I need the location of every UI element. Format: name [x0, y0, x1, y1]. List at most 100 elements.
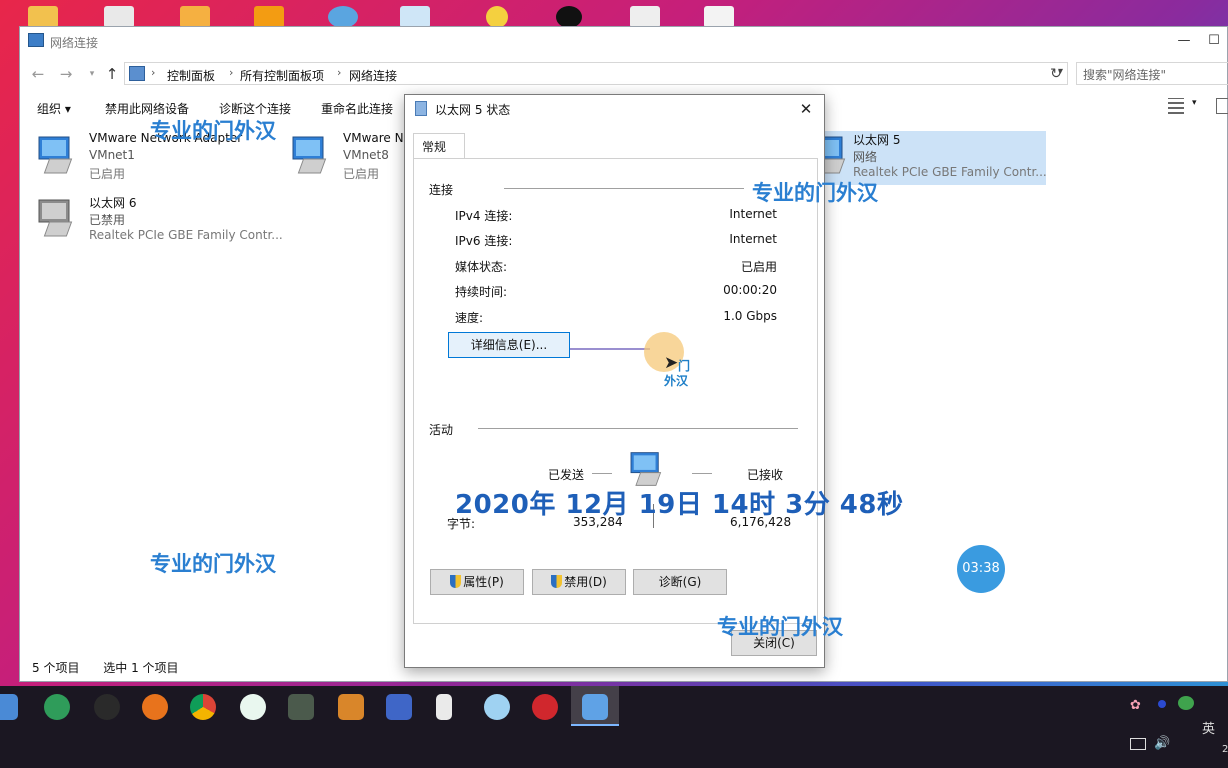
taskbar-ie-icon[interactable] — [44, 694, 70, 720]
general-panel: 连接 IPv4 连接: Internet IPv6 连接: Internet 媒… — [413, 158, 818, 624]
network-adapter-disabled-icon — [38, 199, 73, 237]
desktop-file-icon-2[interactable] — [704, 6, 734, 28]
tray-network-app-icon[interactable] — [1178, 696, 1194, 710]
network-adapter-icon — [292, 136, 327, 174]
uac-shield-icon — [450, 575, 462, 588]
breadcrumb-network-connections[interactable]: 网络连接 — [349, 67, 397, 84]
breadcrumb-control-panel[interactable]: 控制面板 — [167, 67, 215, 84]
uac-shield-icon — [551, 575, 563, 588]
connection-name: VMware N — [343, 131, 404, 145]
close-icon[interactable]: ✕ — [794, 98, 818, 120]
breadcrumb-separator[interactable]: › — [151, 66, 155, 79]
desktop-doc-icon-2[interactable] — [254, 6, 284, 28]
ime-indicator[interactable]: 英 — [1202, 718, 1215, 737]
network-cable-icon — [415, 101, 427, 116]
desktop-file-icon[interactable] — [104, 6, 134, 28]
taskbar-network-icon[interactable] — [386, 694, 412, 720]
taskbar-app-icon[interactable] — [0, 694, 18, 720]
duration-value: 00:00:20 — [723, 283, 777, 297]
properties-button-label: 属性(P) — [463, 575, 504, 589]
breadcrumb-separator[interactable]: › — [229, 66, 233, 79]
title-bar: 网络连接 — ☐ — [20, 27, 1227, 55]
connection-section-label: 连接 — [429, 183, 454, 197]
tray-flower-icon[interactable]: ✿ — [1130, 698, 1141, 713]
drag-trail — [570, 348, 650, 350]
address-field[interactable]: › 控制面板 › 所有控制面板项 › 网络连接 ▾ — [124, 62, 1068, 85]
watermark: 专业的门外汉 — [150, 119, 276, 143]
ipv4-value: Internet — [729, 207, 777, 221]
forward-button[interactable]: → — [56, 64, 76, 84]
address-bar: ← → ▾ ↑ › 控制面板 › 所有控制面板项 › 网络连接 ▾ ↻ 搜索"网… — [20, 59, 1228, 89]
taskbar-game-icon[interactable] — [338, 694, 364, 720]
tab-general[interactable]: 常规 — [413, 133, 465, 159]
details-button[interactable]: 详细信息(E)... — [448, 332, 570, 358]
desktop-text-icon[interactable] — [630, 6, 660, 28]
clock-partial: 2 — [1222, 744, 1228, 755]
network-status-icon[interactable] — [1130, 738, 1146, 750]
back-button[interactable]: ← — [28, 64, 48, 84]
properties-button[interactable]: 属性(P) — [430, 569, 524, 595]
taskbar-player-icon[interactable] — [240, 694, 266, 720]
taskbar-search-icon[interactable] — [142, 694, 168, 720]
desktop-doc-icon[interactable] — [180, 6, 210, 28]
selected-count: 选中 1 个项目 — [103, 661, 179, 675]
connection-name: 以太网 6 — [89, 196, 137, 210]
sent-label: 已发送 — [548, 468, 585, 482]
taskbar-media-icon[interactable] — [94, 694, 120, 720]
recent-dropdown-icon[interactable]: ▾ — [82, 64, 102, 84]
rename-connection-button[interactable]: 重命名此连接 — [321, 100, 393, 117]
taskbar-file-icon[interactable] — [436, 694, 452, 720]
recording-timer: 03:38 — [957, 545, 1005, 593]
connection-item[interactable]: VMware N VMnet8 已启用 — [291, 131, 411, 181]
taskbar-settings-icon[interactable] — [288, 694, 314, 720]
desktop-qq-icon[interactable] — [556, 6, 582, 28]
item-count: 5 个项目 — [32, 661, 80, 675]
watermark: 专业的门外汉 — [150, 552, 276, 576]
taskbar-chrome-icon[interactable] — [190, 694, 216, 720]
media-state-value: 已启用 — [740, 260, 777, 274]
received-label: 已接收 — [747, 468, 784, 482]
taskbar-flower-icon[interactable] — [484, 694, 510, 720]
desktop-help-icon[interactable] — [486, 6, 508, 28]
refresh-button[interactable]: ↻ — [1046, 64, 1066, 84]
network-adapter-icon — [38, 136, 73, 174]
control-panel-icon — [129, 66, 145, 81]
desktop-folder-icon[interactable] — [28, 6, 58, 28]
connection-status: 已启用 — [343, 167, 380, 181]
window-title: 网络连接 — [50, 36, 99, 50]
disable-button[interactable]: 禁用(D) — [532, 569, 626, 595]
connection-status: 已启用 — [89, 167, 126, 181]
duration-label: 持续时间: — [455, 285, 508, 299]
maximize-button[interactable]: ☐ — [1201, 31, 1227, 51]
disable-button-label: 禁用(D) — [564, 575, 607, 589]
preview-pane-icon[interactable] — [1216, 98, 1228, 114]
view-dropdown-icon[interactable]: ▾ — [1192, 98, 1208, 114]
breadcrumb-all-items[interactable]: 所有控制面板项 — [240, 67, 324, 84]
connection-name: 以太网 5 — [853, 133, 901, 147]
volume-icon[interactable]: 🔊 — [1154, 736, 1170, 751]
speed-value: 1.0 Gbps — [723, 309, 777, 323]
search-input[interactable]: 搜索"网络连接" — [1076, 62, 1228, 85]
organize-menu[interactable]: 组织 ▾ — [37, 100, 71, 117]
connection-item[interactable]: 以太网 6 已禁用 Realtek PCIe GBE Family Contr.… — [37, 194, 307, 244]
diagnose-button[interactable]: 诊断(G) — [633, 569, 727, 595]
media-state-label: 媒体状态: — [455, 260, 508, 274]
watermark: 专业的门外汉 — [717, 615, 843, 639]
connection-network: VMnet1 — [89, 148, 135, 162]
desktop-app-icon[interactable] — [400, 6, 430, 28]
taskbar-control-panel-icon[interactable] — [582, 694, 608, 720]
received-line — [692, 473, 712, 474]
dialog-title: 以太网 5 状态 — [435, 103, 511, 117]
breadcrumb-separator[interactable]: › — [337, 66, 341, 79]
tray-dot-icon[interactable] — [1158, 700, 1166, 708]
desktop-browser-icon[interactable] — [328, 6, 358, 28]
cursor-caption-2: 外汉 — [664, 374, 689, 388]
ipv6-label: IPv6 连接: — [455, 234, 513, 248]
connection-network: 已禁用 — [89, 213, 126, 227]
sent-line — [592, 473, 612, 474]
speed-label: 速度: — [455, 311, 484, 325]
taskbar-red-app-icon[interactable] — [532, 694, 558, 720]
up-button[interactable]: ↑ — [102, 64, 122, 84]
change-view-icon[interactable] — [1168, 98, 1184, 114]
minimize-button[interactable]: — — [1171, 31, 1197, 51]
